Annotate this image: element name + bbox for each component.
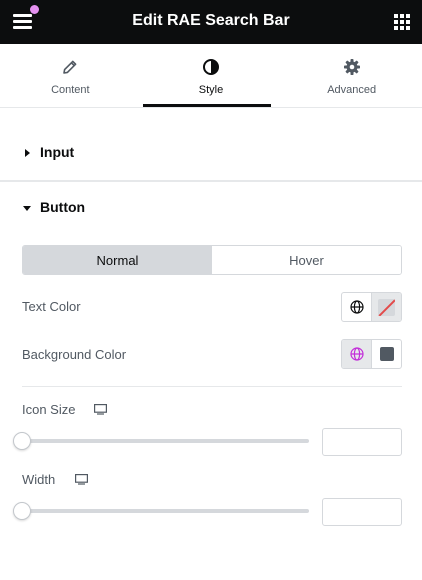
globe-icon: [350, 347, 364, 361]
section-button-header[interactable]: Button: [0, 185, 422, 231]
width-label: Width: [22, 472, 56, 487]
tab-style-label: Style: [198, 84, 224, 96]
desktop-icon[interactable]: [94, 404, 107, 415]
section-input-header[interactable]: Input: [0, 130, 422, 176]
editor-header: Edit RAE Search Bar: [0, 0, 422, 44]
controls-divider: [22, 386, 402, 387]
background-color-global-button[interactable]: [342, 340, 372, 368]
desktop-icon[interactable]: [75, 474, 88, 485]
color-swatch: [380, 347, 395, 361]
state-normal-tab[interactable]: Normal: [23, 246, 212, 274]
background-color-swatch-button[interactable]: [371, 340, 401, 368]
tab-style[interactable]: Style: [141, 44, 282, 107]
icon-size-input[interactable]: [322, 428, 402, 456]
globe-icon: [350, 300, 364, 314]
text-color-control: [341, 292, 402, 322]
panel-title: Edit RAE Search Bar: [132, 12, 290, 29]
caret-down-icon: [23, 206, 31, 211]
tab-advanced-label: Advanced: [327, 84, 377, 96]
pencil-icon: [63, 60, 77, 74]
icon-size-slider-handle[interactable]: [13, 432, 31, 450]
caret-right-icon: [25, 149, 30, 157]
tab-content-label: Content: [51, 84, 90, 96]
tab-content[interactable]: Content: [0, 44, 141, 107]
text-color-label: Text Color: [22, 299, 81, 314]
half-circle-icon: [203, 59, 219, 75]
state-hover-tab[interactable]: Hover: [212, 246, 401, 274]
gear-icon: [343, 59, 360, 75]
width-input[interactable]: [322, 498, 402, 526]
text-color-global-button[interactable]: [342, 293, 371, 321]
grid-icon[interactable]: [394, 14, 410, 30]
section-divider: [0, 180, 422, 182]
background-color-control: [341, 339, 402, 369]
width-slider-handle[interactable]: [13, 502, 31, 520]
icon-size-slider[interactable]: [22, 439, 309, 443]
active-tab-indicator: [143, 104, 271, 107]
state-switch: Normal Hover: [22, 245, 402, 275]
panel-tabs: Content Style Advanced: [0, 44, 422, 108]
empty-color-swatch: [378, 299, 396, 316]
background-color-label: Background Color: [22, 347, 127, 362]
tab-advanced[interactable]: Advanced: [281, 44, 422, 107]
section-input-label: Input: [40, 144, 75, 160]
section-button-label: Button: [40, 199, 86, 215]
icon-size-label: Icon Size: [22, 402, 76, 417]
width-slider[interactable]: [22, 509, 309, 513]
text-color-swatch-button[interactable]: [371, 293, 401, 321]
